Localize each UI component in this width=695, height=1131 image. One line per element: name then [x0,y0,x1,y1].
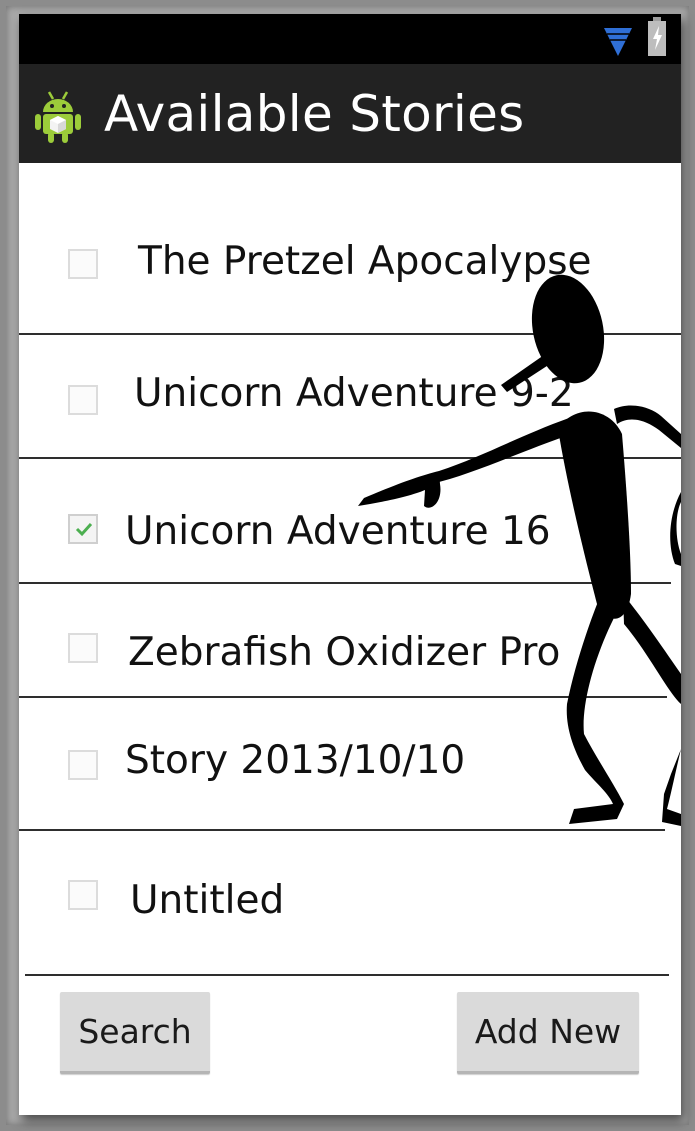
story-title: Unicorn Adventure 16 [125,509,551,554]
divider [19,829,665,831]
list-item[interactable]: The Pretzel Apocalypse [19,213,681,313]
divider [25,974,669,976]
divider [19,696,667,698]
action-bar: Available Stories [19,64,681,163]
story-checkbox[interactable] [68,514,98,544]
divider [19,582,671,584]
story-checkbox[interactable] [68,880,98,910]
status-bar [19,14,681,64]
battery-charging-icon [648,17,666,56]
check-icon [75,522,93,537]
list-item[interactable]: Unicorn Adventure 9-2 [19,339,681,449]
story-checkbox[interactable] [68,633,98,663]
story-title: Story 2013/10/10 [125,738,466,783]
list-item[interactable]: Zebrafish Oxidizer Pro [19,588,681,693]
list-item[interactable]: Story 2013/10/10 [19,702,681,822]
search-button[interactable]: Search [60,992,210,1074]
wifi-icon [604,28,632,56]
list-item[interactable]: Untitled [19,835,681,970]
divider [19,457,681,459]
divider [19,333,681,335]
story-checkbox[interactable] [68,750,98,780]
story-title: Untitled [130,878,285,923]
phone-screen: Available Stories The Pretzel Apocalypse… [19,14,681,1115]
page-title: Available Stories [104,85,525,143]
story-title: Unicorn Adventure 9-2 [134,371,574,416]
story-title: The Pretzel Apocalypse [138,239,592,284]
android-icon [35,91,81,143]
story-checkbox[interactable] [68,249,98,279]
story-title: Zebrafish Oxidizer Pro [128,630,561,675]
add-new-button[interactable]: Add New [457,992,639,1074]
list-item[interactable]: Unicorn Adventure 16 [19,463,681,578]
story-checkbox[interactable] [68,385,98,415]
